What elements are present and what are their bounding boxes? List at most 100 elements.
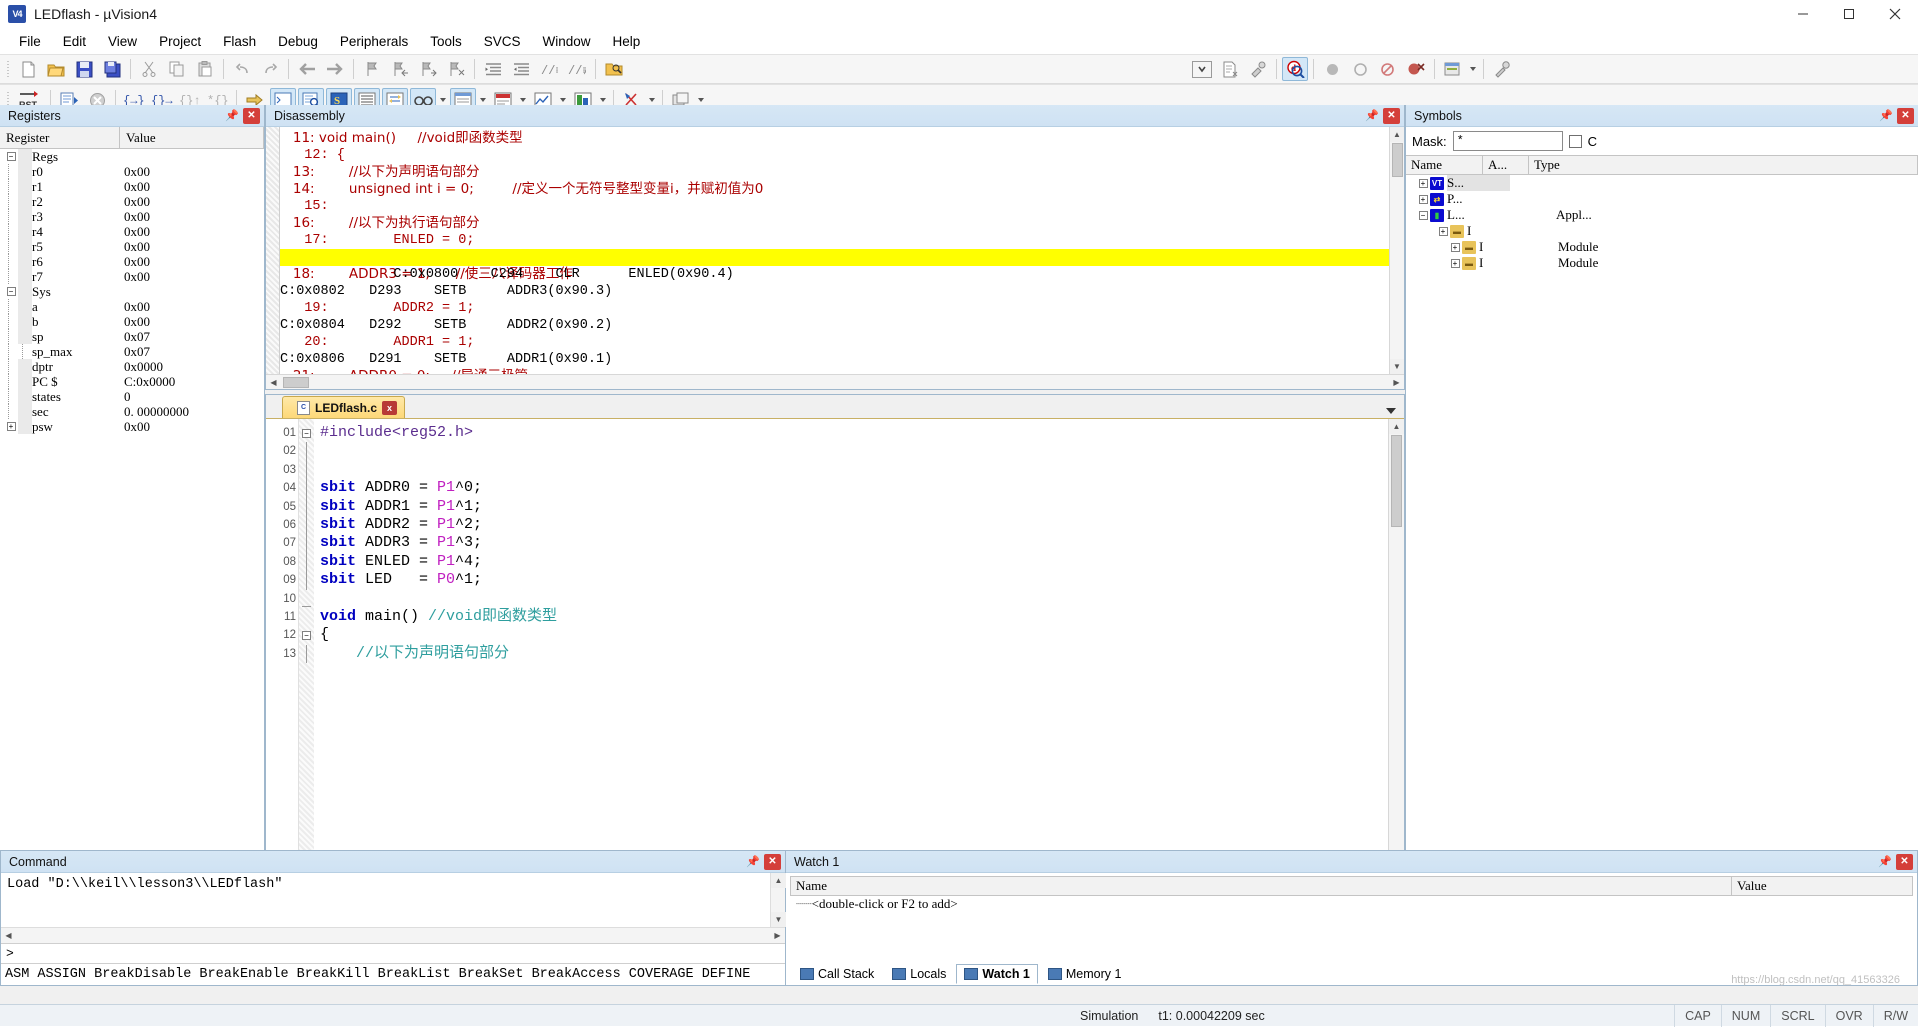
register-row[interactable]: sp_max0x07 — [0, 344, 264, 359]
register-row[interactable]: PC $C:0x0000 — [0, 374, 264, 389]
command-input-line[interactable]: > — [1, 943, 785, 963]
scroll-thumb[interactable] — [1392, 143, 1403, 177]
tab-watch-1[interactable]: Watch 1 — [956, 964, 1037, 984]
paste-icon[interactable] — [192, 57, 218, 81]
toolbar-grip[interactable] — [4, 59, 12, 79]
target-options-icon[interactable] — [1217, 57, 1243, 81]
editor-fold-margin[interactable]: − − — [298, 419, 314, 874]
watch-placeholder-row[interactable]: ┈┈ <double-click or F2 to add> — [790, 896, 1913, 912]
menu-edit[interactable]: Edit — [52, 31, 97, 52]
command-output-area[interactable]: Load "D:\\keil\\lesson3\\LEDflash" ▲ ▼ — [1, 873, 785, 927]
symbols-tree[interactable]: + VT S... + ⇄ P... − ▮ L... — [1406, 175, 1918, 891]
bookmark-prev-icon[interactable] — [387, 57, 413, 81]
command-vertical-scrollbar[interactable]: ▲ ▼ — [770, 873, 785, 927]
indent-icon[interactable] — [480, 57, 506, 81]
register-row[interactable]: r20x00 — [0, 194, 264, 209]
register-row[interactable]: r70x00 — [0, 269, 264, 284]
scroll-up-icon[interactable]: ▲ — [771, 873, 786, 888]
fold-toggle-icon[interactable]: − — [299, 626, 314, 644]
kill-breakpoint-icon[interactable] — [1347, 57, 1373, 81]
symbol-row[interactable]: + ▬ I Module — [1406, 255, 1918, 271]
find-in-files-icon[interactable] — [601, 57, 627, 81]
scroll-up-icon[interactable]: ▲ — [1389, 419, 1404, 434]
configure-icon[interactable] — [1245, 57, 1271, 81]
uncomment-icon[interactable]: //≢ — [564, 57, 590, 81]
save-icon[interactable] — [71, 57, 97, 81]
register-row[interactable]: r00x00 — [0, 164, 264, 179]
close-icon[interactable]: ✕ — [1896, 854, 1913, 870]
insert-breakpoint-icon[interactable] — [1319, 57, 1345, 81]
outdent-icon[interactable] — [508, 57, 534, 81]
menu-debug[interactable]: Debug — [267, 31, 329, 52]
register-row[interactable]: r40x00 — [0, 224, 264, 239]
redo-icon[interactable] — [257, 57, 283, 81]
comment-icon[interactable]: //≡ — [536, 57, 562, 81]
scroll-down-icon[interactable]: ▼ — [771, 912, 786, 927]
save-all-icon[interactable] — [99, 57, 125, 81]
register-row[interactable]: r10x00 — [0, 179, 264, 194]
register-group-regs[interactable]: − Regs — [0, 149, 264, 164]
expander-icon[interactable]: + — [1448, 256, 1462, 271]
registers-tree[interactable]: − Regs r00x00 r10x00 r20x00 r30x00 r40x0… — [0, 149, 264, 891]
scroll-down-icon[interactable]: ▼ — [1390, 359, 1405, 374]
expander-icon[interactable]: − — [4, 284, 18, 299]
navigate-forward-icon[interactable] — [322, 57, 348, 81]
tab-close-icon[interactable]: x — [382, 401, 397, 415]
close-icon[interactable]: ✕ — [243, 108, 260, 124]
menu-tools[interactable]: Tools — [419, 31, 473, 52]
target-select-dropdown[interactable] — [1189, 57, 1215, 81]
editor-vertical-scrollbar[interactable]: ▲ ▼ — [1388, 419, 1404, 874]
memory-map-dropdown[interactable] — [1467, 57, 1479, 81]
disassembly-instruction[interactable]: C:0x0804 D292 SETB ADDR2(0x90.2) — [280, 317, 1389, 334]
copy-icon[interactable] — [164, 57, 190, 81]
start-debug-session-icon[interactable]: d — [1282, 57, 1308, 81]
register-row[interactable]: dptr0x0000 — [0, 359, 264, 374]
symbol-row[interactable]: − ▮ L... Appl... — [1406, 207, 1918, 223]
scroll-left-icon[interactable]: ◀ — [266, 375, 281, 390]
memory-map-icon[interactable] — [1440, 57, 1466, 81]
cut-icon[interactable] — [136, 57, 162, 81]
disassembly-instruction[interactable]: C:0x0806 D291 SETB ADDR1(0x90.1) — [280, 351, 1389, 368]
menu-project[interactable]: Project — [148, 31, 212, 52]
tab-memory-1[interactable]: Memory 1 — [1040, 964, 1130, 984]
command-horizontal-scrollbar[interactable]: ◀ ▶ — [1, 927, 785, 943]
register-row[interactable]: +psw0x00 — [0, 419, 264, 434]
tab-locals[interactable]: Locals — [884, 964, 954, 984]
bookmark-toggle-icon[interactable] — [359, 57, 385, 81]
expander-icon[interactable]: + — [1436, 224, 1450, 239]
undo-icon[interactable] — [229, 57, 255, 81]
symbol-row[interactable]: + ⇄ P... — [1406, 191, 1918, 207]
scroll-thumb[interactable] — [1391, 435, 1402, 527]
editor-body[interactable]: 010203 040506 070809 101112 13 − — [266, 419, 1404, 874]
symbol-row[interactable]: + ▬ I — [1406, 223, 1918, 239]
register-row[interactable]: states0 — [0, 389, 264, 404]
register-row[interactable]: a0x00 — [0, 299, 264, 314]
close-button[interactable] — [1872, 0, 1918, 28]
editor-code-area[interactable]: #include<reg52.h> sbit ADDR0 = P1^0; sbi… — [314, 419, 1388, 874]
scroll-right-icon[interactable]: ▶ — [770, 928, 785, 943]
disassembly-horizontal-scrollbar[interactable]: ◀ ▶ — [266, 374, 1404, 389]
symbol-row[interactable]: + ▬ I Module — [1406, 239, 1918, 255]
menu-flash[interactable]: Flash — [212, 31, 267, 52]
expander-icon[interactable]: − — [4, 149, 18, 164]
maximize-button[interactable] — [1826, 0, 1872, 28]
close-icon[interactable]: ✕ — [1897, 108, 1914, 124]
pin-icon[interactable]: 📌 — [1364, 108, 1380, 124]
close-icon[interactable]: ✕ — [764, 854, 781, 870]
register-row[interactable]: r60x00 — [0, 254, 264, 269]
new-file-icon[interactable] — [15, 57, 41, 81]
scroll-up-icon[interactable]: ▲ — [1390, 127, 1405, 142]
expander-icon[interactable]: + — [1416, 192, 1430, 207]
scroll-thumb-h[interactable] — [283, 377, 309, 388]
disassembly-code[interactable]: 11: void main() //void即函数类型 12: { 13: //… — [280, 127, 1389, 374]
kill-all-breakpoints-icon[interactable] — [1403, 57, 1429, 81]
pin-icon[interactable]: 📌 — [1877, 854, 1893, 870]
bookmark-next-icon[interactable] — [415, 57, 441, 81]
expander-icon[interactable]: − — [1416, 208, 1430, 223]
pin-icon[interactable]: 📌 — [1878, 108, 1894, 124]
fold-toggle-icon[interactable]: − — [299, 424, 314, 442]
expander-icon[interactable]: + — [4, 419, 18, 434]
register-row[interactable]: r50x00 — [0, 239, 264, 254]
close-icon[interactable]: ✕ — [1383, 108, 1400, 124]
scroll-left-icon[interactable]: ◀ — [1, 928, 16, 943]
